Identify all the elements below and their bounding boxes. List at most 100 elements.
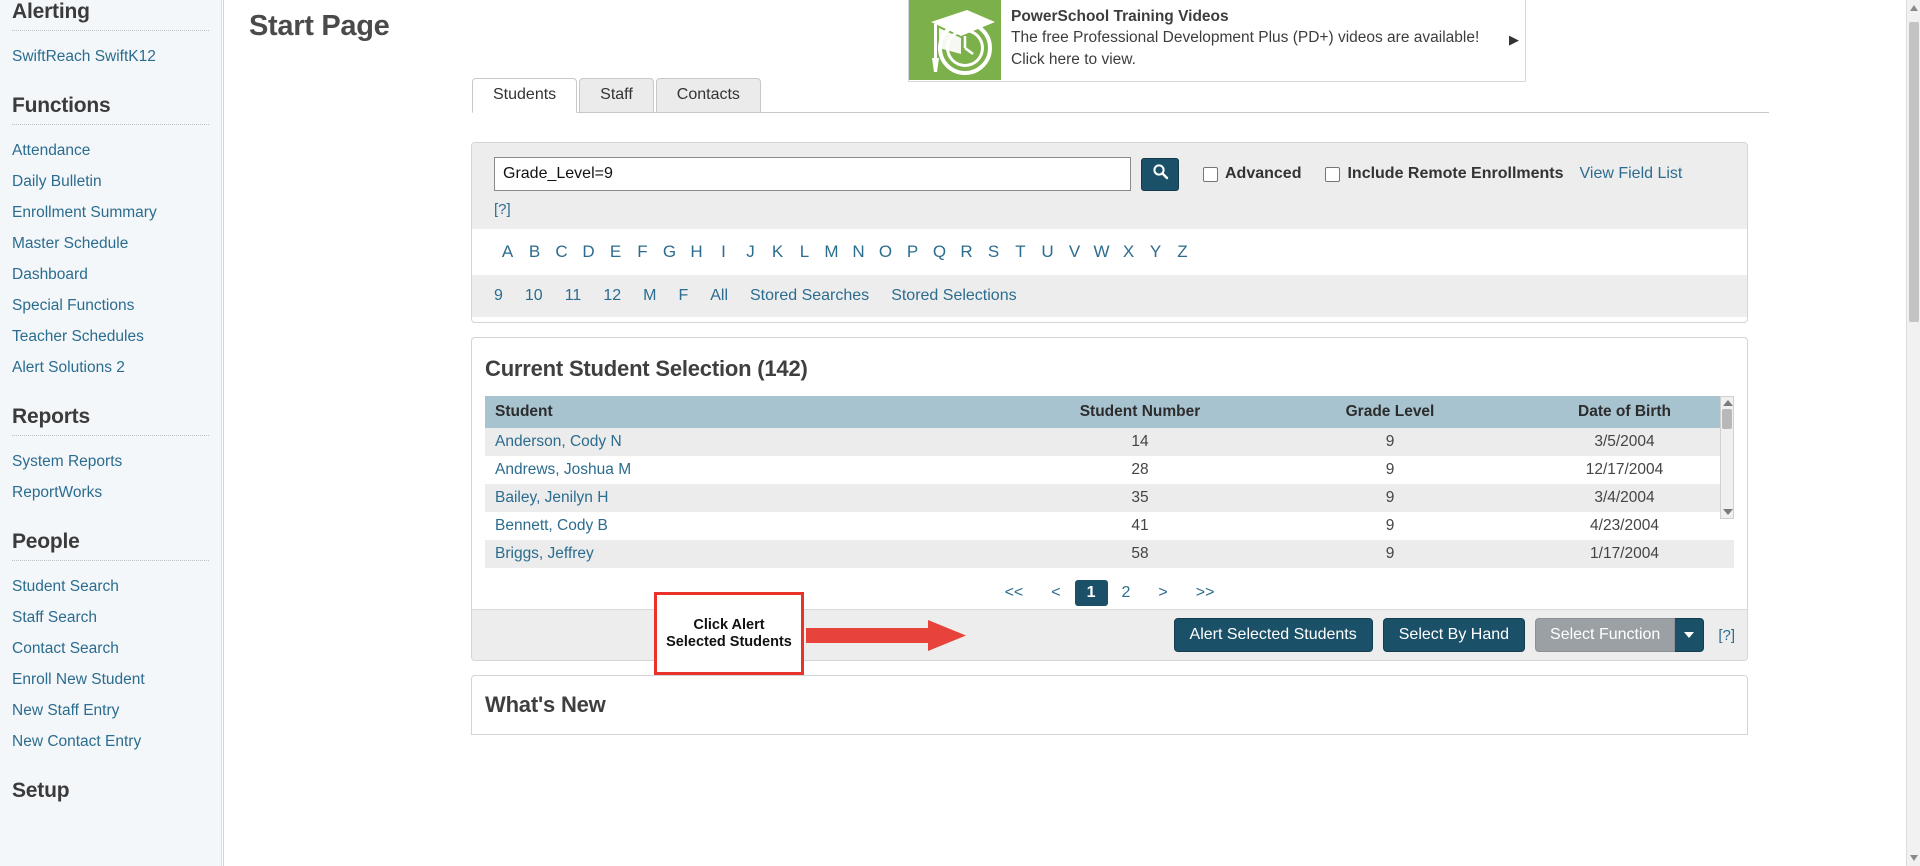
- sidebar-item-attendance[interactable]: Attendance: [12, 135, 209, 166]
- sidebar-item-student-search[interactable]: Student Search: [12, 571, 209, 602]
- search-help-link[interactable]: [?]: [494, 201, 511, 218]
- pagination-prev[interactable]: <: [1037, 581, 1074, 605]
- alpha-d[interactable]: D: [575, 242, 602, 262]
- alpha-l[interactable]: L: [791, 242, 818, 262]
- tab-students[interactable]: Students: [472, 78, 578, 113]
- column-header-date-of-birth[interactable]: Date of Birth: [1515, 396, 1734, 428]
- page-scrollbar[interactable]: [1906, 0, 1920, 866]
- pagination-page-2[interactable]: 2: [1108, 581, 1145, 605]
- alpha-s[interactable]: S: [980, 242, 1007, 262]
- sidebar-item-staff-search[interactable]: Staff Search: [12, 602, 209, 633]
- include-remote-enrollments-checkbox-wrap[interactable]: Include Remote Enrollments: [1325, 165, 1564, 183]
- student-link[interactable]: Briggs, Jeffrey: [495, 545, 594, 562]
- stored-searches-link[interactable]: Stored Searches: [750, 287, 869, 305]
- alpha-c[interactable]: C: [548, 242, 575, 262]
- student-link[interactable]: Anderson, Cody N: [495, 433, 622, 450]
- sidebar-item-enrollment-summary[interactable]: Enrollment Summary: [12, 197, 209, 228]
- table-row[interactable]: Briggs, Jeffrey 58 9 1/17/2004: [485, 540, 1734, 568]
- scroll-down-icon[interactable]: [1723, 509, 1733, 515]
- sidebar-item-teacher-schedules[interactable]: Teacher Schedules: [12, 321, 209, 352]
- pagination-page-1[interactable]: 1: [1074, 580, 1108, 606]
- pagination-last[interactable]: >>: [1182, 581, 1229, 605]
- filter-all[interactable]: All: [710, 287, 728, 305]
- alpha-a[interactable]: A: [494, 242, 521, 262]
- table-row[interactable]: Anderson, Cody N 14 9 3/5/2004: [485, 428, 1734, 456]
- alpha-o[interactable]: O: [872, 242, 899, 262]
- alpha-i[interactable]: I: [710, 242, 737, 262]
- sidebar-item-swiftreach-swiftk12[interactable]: SwiftReach SwiftK12: [12, 41, 209, 72]
- alpha-x[interactable]: X: [1115, 242, 1142, 262]
- sidebar-item-new-contact-entry[interactable]: New Contact Entry: [12, 726, 209, 757]
- alpha-y[interactable]: Y: [1142, 242, 1169, 262]
- filter-female[interactable]: F: [678, 287, 688, 305]
- cell-student-number: 35: [1015, 484, 1265, 512]
- select-by-hand-button[interactable]: Select By Hand: [1382, 618, 1526, 652]
- training-videos-banner[interactable]: PowerSchool Training Videos The free Pro…: [908, 0, 1526, 82]
- alpha-g[interactable]: G: [656, 242, 683, 262]
- sidebar-item-contact-search[interactable]: Contact Search: [12, 633, 209, 664]
- sidebar-item-special-functions[interactable]: Special Functions: [12, 290, 209, 321]
- alpha-q[interactable]: Q: [926, 242, 953, 262]
- page-scroll-down-icon[interactable]: [1910, 855, 1918, 861]
- filter-grade-10[interactable]: 10: [525, 287, 543, 305]
- sidebar-item-master-schedule[interactable]: Master Schedule: [12, 228, 209, 259]
- select-function-button[interactable]: Select Function: [1535, 618, 1676, 652]
- column-header-grade-level[interactable]: Grade Level: [1265, 396, 1515, 428]
- alpha-b[interactable]: B: [521, 242, 548, 262]
- advanced-checkbox-wrap[interactable]: Advanced: [1203, 165, 1301, 183]
- action-bar-help-link[interactable]: [?]: [1718, 627, 1735, 644]
- tab-staff[interactable]: Staff: [579, 78, 654, 113]
- student-link[interactable]: Bailey, Jenilyn H: [495, 489, 608, 506]
- sidebar-item-enroll-new-student[interactable]: Enroll New Student: [12, 664, 209, 695]
- sidebar-item-alert-solutions-2[interactable]: Alert Solutions 2: [12, 352, 209, 383]
- alpha-r[interactable]: R: [953, 242, 980, 262]
- search-input[interactable]: [494, 157, 1131, 191]
- tab-contacts[interactable]: Contacts: [655, 78, 761, 113]
- alpha-h[interactable]: H: [683, 242, 710, 262]
- alert-selected-students-button[interactable]: Alert Selected Students: [1173, 618, 1373, 652]
- stored-selections-link[interactable]: Stored Selections: [891, 287, 1016, 305]
- sidebar-item-daily-bulletin[interactable]: Daily Bulletin: [12, 166, 209, 197]
- alpha-u[interactable]: U: [1034, 242, 1061, 262]
- alpha-t[interactable]: T: [1007, 242, 1034, 262]
- table-row[interactable]: Bailey, Jenilyn H 35 9 3/4/2004: [485, 484, 1734, 512]
- table-row[interactable]: Andrews, Joshua M 28 9 12/17/2004: [485, 456, 1734, 484]
- alpha-n[interactable]: N: [845, 242, 872, 262]
- alpha-j[interactable]: J: [737, 242, 764, 262]
- filter-grade-9[interactable]: 9: [494, 287, 503, 305]
- alpha-z[interactable]: Z: [1169, 242, 1196, 262]
- column-header-student-number[interactable]: Student Number: [1015, 396, 1265, 428]
- alpha-m[interactable]: M: [818, 242, 845, 262]
- advanced-checkbox[interactable]: [1203, 166, 1218, 182]
- sidebar-item-system-reports[interactable]: System Reports: [12, 446, 209, 477]
- page-scrollbar-thumb[interactable]: [1909, 22, 1919, 322]
- filter-grade-11[interactable]: 11: [565, 287, 582, 305]
- scroll-up-icon[interactable]: [1723, 400, 1733, 406]
- banner-next-arrow-icon[interactable]: ▶: [1503, 0, 1525, 48]
- table-row[interactable]: Bennett, Cody B 41 9 4/23/2004: [485, 512, 1734, 540]
- pagination-next[interactable]: >: [1144, 581, 1181, 605]
- search-button[interactable]: [1141, 157, 1179, 191]
- view-field-list-link[interactable]: View Field List: [1580, 165, 1683, 183]
- alpha-f[interactable]: F: [629, 242, 656, 262]
- page-scroll-up-icon[interactable]: [1910, 5, 1918, 11]
- include-remote-enrollments-checkbox[interactable]: [1325, 166, 1341, 182]
- column-header-student[interactable]: Student: [485, 396, 1015, 428]
- content-frame: Start Page PowerSchool Training Videos T…: [223, 0, 1906, 866]
- table-scrollbar[interactable]: [1720, 396, 1734, 519]
- alpha-p[interactable]: P: [899, 242, 926, 262]
- scrollbar-thumb[interactable]: [1722, 409, 1732, 429]
- pagination-first[interactable]: <<: [991, 581, 1038, 605]
- filter-male[interactable]: M: [643, 287, 656, 305]
- alpha-e[interactable]: E: [602, 242, 629, 262]
- student-link[interactable]: Bennett, Cody B: [495, 517, 608, 534]
- student-link[interactable]: Andrews, Joshua M: [495, 461, 631, 478]
- alpha-w[interactable]: W: [1088, 242, 1115, 262]
- sidebar-item-new-staff-entry[interactable]: New Staff Entry: [12, 695, 209, 726]
- filter-grade-12[interactable]: 12: [603, 287, 621, 305]
- alpha-k[interactable]: K: [764, 242, 791, 262]
- select-function-dropdown-toggle[interactable]: [1675, 618, 1705, 652]
- alpha-v[interactable]: V: [1061, 242, 1088, 262]
- sidebar-item-reportworks[interactable]: ReportWorks: [12, 477, 209, 508]
- sidebar-item-dashboard[interactable]: Dashboard: [12, 259, 209, 290]
